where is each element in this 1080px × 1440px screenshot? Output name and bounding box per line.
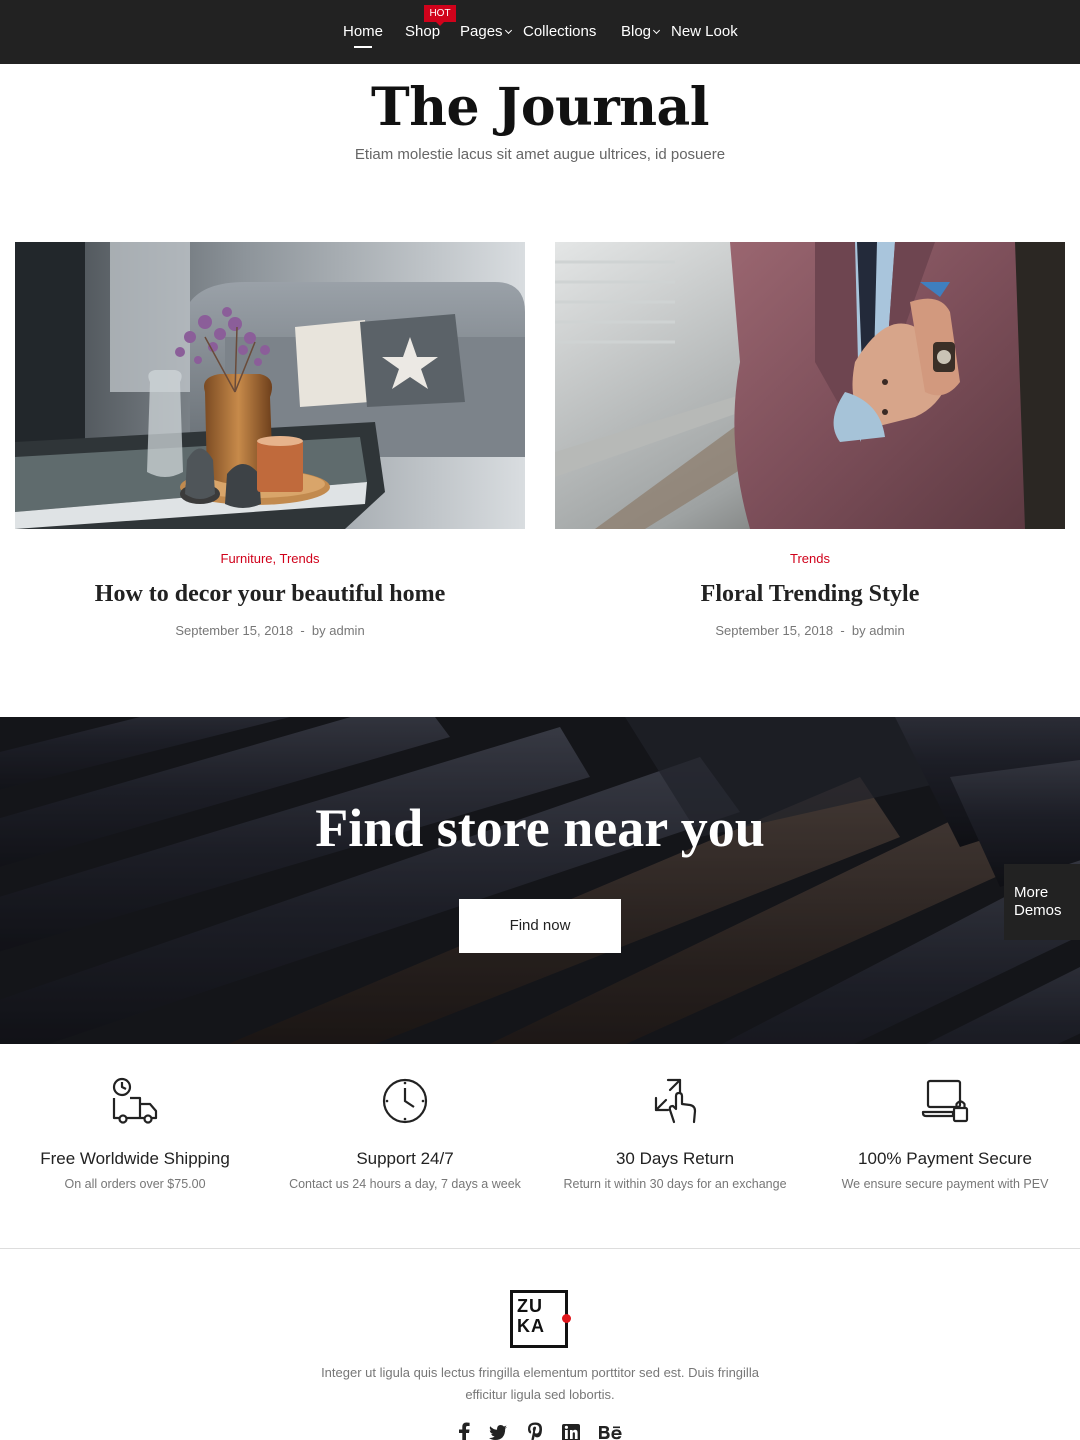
banner-title: Find store near you — [315, 798, 765, 858]
section-divider — [0, 1248, 1080, 1249]
nav-home[interactable]: Home — [343, 22, 383, 48]
pinterest-icon[interactable] — [527, 1421, 543, 1440]
page-subtitle: Etiam molestie lacus sit amet augue ultr… — [354, 146, 726, 163]
suits-background-image — [0, 717, 1080, 1044]
footer-description: Integer ut ligula quis lectus fringilla … — [321, 1365, 759, 1402]
chevron-down-icon — [652, 26, 661, 35]
feature-description: On all orders over $75.00 — [64, 1177, 206, 1191]
store-banner — [0, 717, 1080, 1044]
more-demos-button[interactable]: More Demos — [1004, 864, 1080, 940]
nav-shop[interactable]: Shop — [405, 22, 440, 42]
page-title: The Journal — [371, 77, 709, 138]
post-title[interactable]: How to decor your beautiful home — [15, 579, 525, 609]
feature-title: 100% Payment Secure — [858, 1149, 1032, 1168]
facebook-icon[interactable] — [458, 1421, 470, 1440]
post-image-living-room[interactable] — [15, 242, 525, 529]
post-category[interactable]: Furniture, Trends — [15, 551, 525, 567]
feature-description: We ensure secure payment with PEV — [841, 1177, 1049, 1191]
post-category[interactable]: Trends — [555, 551, 1065, 567]
nav-new-look[interactable]: New Look — [671, 22, 738, 42]
top-navigation: Home Shop HOT Pages Collections Blog New… — [0, 0, 1080, 64]
nav-collections[interactable]: Collections — [523, 22, 596, 42]
return-hand-icon — [654, 1078, 697, 1124]
logo-dot — [562, 1314, 571, 1323]
behance-icon[interactable] — [598, 1421, 623, 1440]
post-meta: September 15, 2018 - by admin — [715, 623, 905, 638]
feature-title: Support 24/7 — [356, 1149, 454, 1168]
nav-pages[interactable]: Pages — [460, 22, 512, 42]
twitter-icon[interactable] — [488, 1421, 508, 1440]
nav-blog[interactable]: Blog — [621, 22, 661, 42]
hot-badge: HOT — [424, 5, 456, 26]
feature-description: Return it within 30 days for an exchange — [563, 1177, 787, 1191]
feature-title: 30 Days Return — [615, 1149, 735, 1168]
brand-logo[interactable]: ZU KA — [510, 1290, 571, 1348]
feature-description: Contact us 24 hours a day, 7 days a week — [289, 1177, 521, 1191]
chevron-down-icon — [504, 26, 512, 35]
clock-icon — [382, 1078, 428, 1124]
post-meta: September 15, 2018 - by admin — [175, 623, 365, 638]
linkedin-icon[interactable] — [562, 1421, 580, 1440]
truck-clock-icon — [112, 1077, 158, 1124]
feature-title: Free Worldwide Shipping — [40, 1149, 230, 1168]
laptop-lock-icon — [921, 1079, 969, 1123]
post-image-suit[interactable] — [555, 242, 1065, 529]
post-title[interactable]: Floral Trending Style — [555, 579, 1065, 609]
find-now-button[interactable]: Find now — [459, 899, 621, 953]
